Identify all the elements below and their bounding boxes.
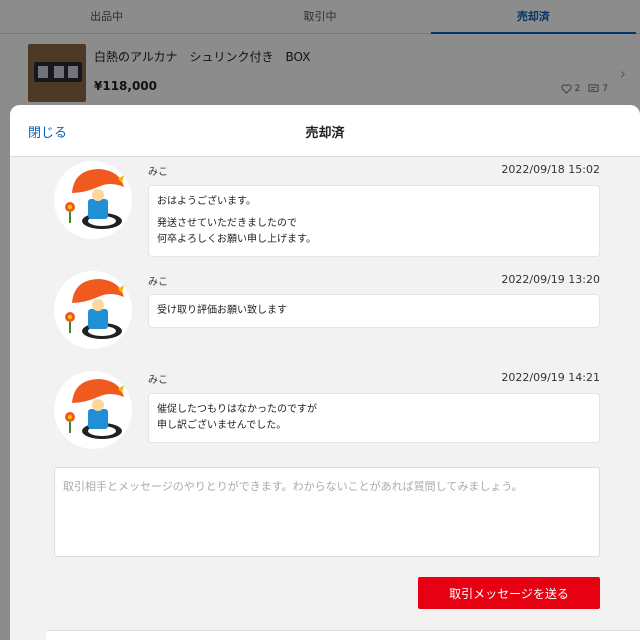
message-line: 発送させていただきましたので xyxy=(157,218,297,229)
message-line: 申し訳ございませんでした。 xyxy=(157,420,287,431)
sender-name: みこ xyxy=(148,375,168,386)
message-bubble: 催促したつもりはなかったのですが 申し訳ございませんでした。 xyxy=(148,393,600,443)
message-line: おはようございます。 xyxy=(157,196,256,207)
message-line: 催促したつもりはなかったのですが xyxy=(157,404,317,415)
message-line: 催促したつもりはなかったのですが 申し訳ございませんでした。 xyxy=(157,402,591,434)
transaction-sheet: 閉じる 売却済 みこ 2022/09/18 15:02 おはようございます。 発… xyxy=(10,105,640,640)
message-bubble: おはようございます。 発送させていただきましたので何卒よろしくお願い申し上げます… xyxy=(148,185,600,257)
sender-name: みこ xyxy=(148,167,168,178)
message-timestamp: 2022/09/18 15:02 xyxy=(501,163,600,176)
sheet-title: 売却済 xyxy=(305,126,345,141)
avatar[interactable] xyxy=(54,371,132,449)
avatar[interactable] xyxy=(54,161,132,239)
message-input[interactable] xyxy=(54,467,600,557)
message-timestamp: 2022/09/19 14:21 xyxy=(501,371,600,384)
send-message-button[interactable]: 取引メッセージを送る xyxy=(418,577,600,609)
sheet-header: 閉じる 売却済 xyxy=(10,105,640,157)
footer-strip xyxy=(46,630,640,640)
message-bubble: 受け取り評価お願い致します xyxy=(148,294,600,328)
avatar[interactable] xyxy=(54,271,132,349)
message-line: 何卒よろしくお願い申し上げます。 xyxy=(157,234,316,245)
sender-name: みこ xyxy=(148,277,168,288)
message-line: 受け取り評価お願い致します xyxy=(157,305,287,316)
message-timestamp: 2022/09/19 13:20 xyxy=(501,273,600,286)
message-line: 発送させていただきましたので何卒よろしくお願い申し上げます。 xyxy=(157,216,591,248)
